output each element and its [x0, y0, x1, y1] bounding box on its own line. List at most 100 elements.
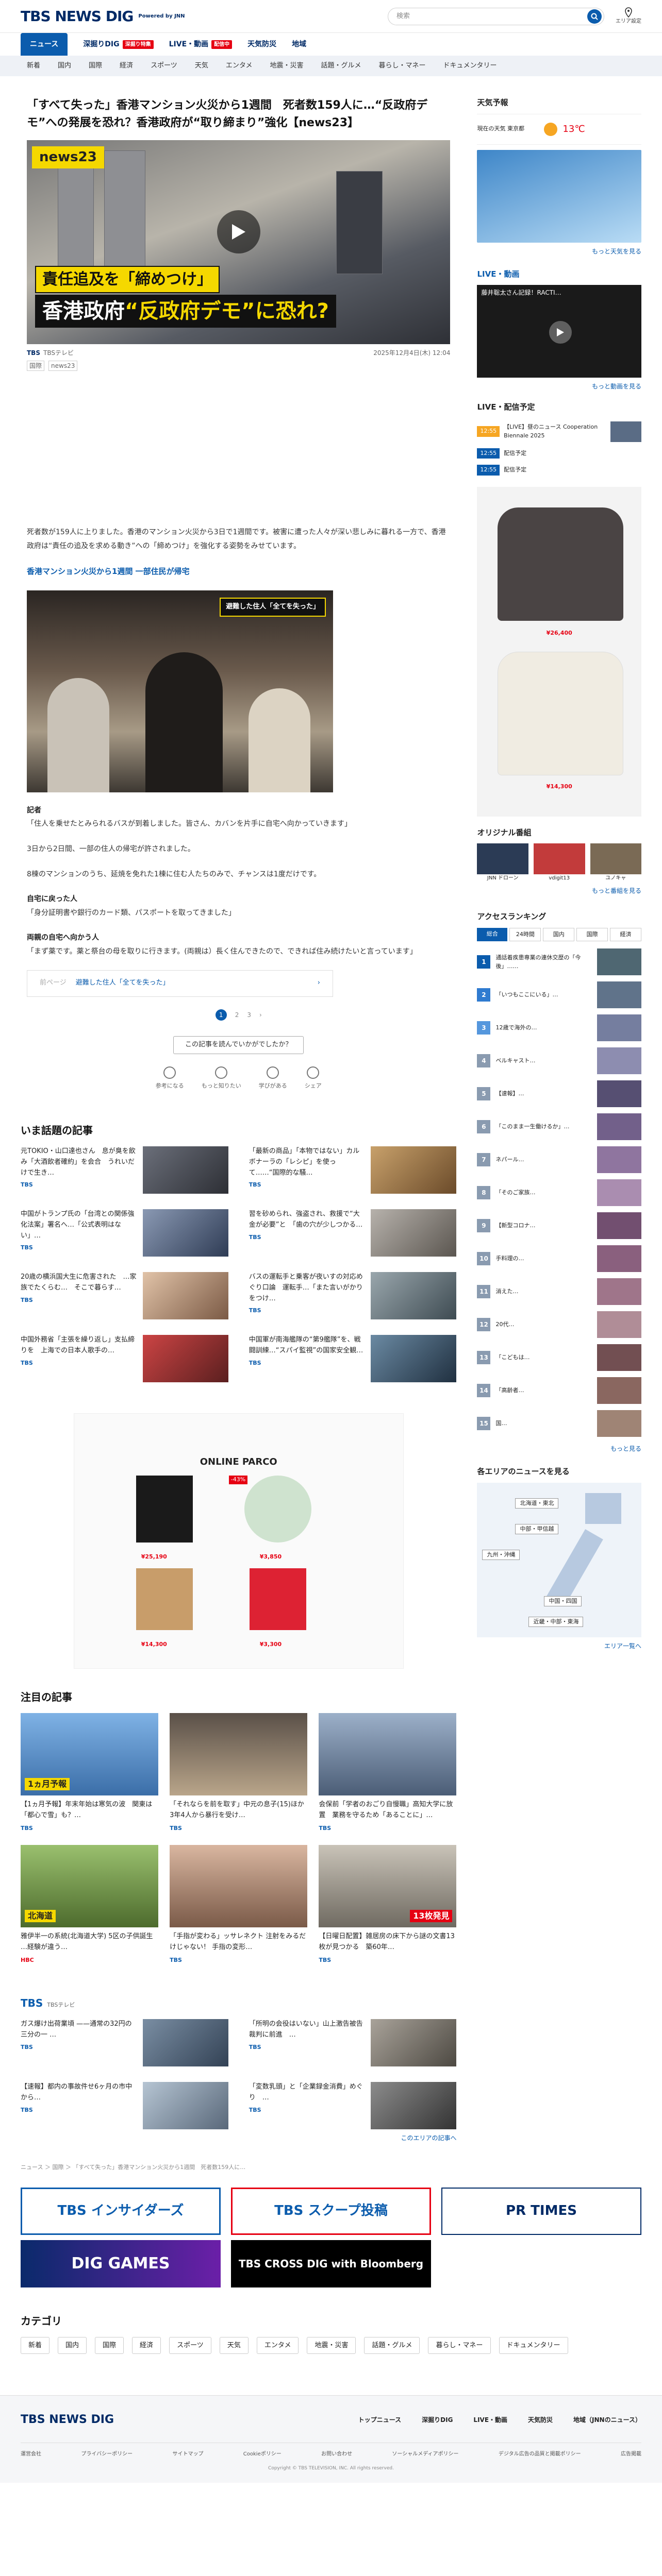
- category-button[interactable]: 国内: [58, 2336, 87, 2354]
- program-card[interactable]: vdigit13: [533, 843, 585, 882]
- page-number[interactable]: 3: [247, 1009, 251, 1021]
- area-setting-button[interactable]: エリア設定: [616, 7, 641, 25]
- ranking-item[interactable]: 8 「そのご家族…: [477, 1176, 641, 1209]
- reaction-learn-button[interactable]: 学びがある: [259, 1066, 287, 1092]
- ranking-item[interactable]: 7 ネパール…: [477, 1143, 641, 1176]
- subnav-item[interactable]: ドキュメンタリー: [443, 61, 497, 71]
- ranking-item[interactable]: 15 国…: [477, 1407, 641, 1440]
- article-card[interactable]: 「所明の会役はいない」山上激告被告 裁判に前進 … TBS: [249, 2019, 457, 2067]
- tag-chip[interactable]: 国際: [27, 361, 45, 371]
- subnav-item[interactable]: 国際: [89, 61, 102, 71]
- ranking-item[interactable]: 1 通話着疾患専業の連休交歴の「今後」……: [477, 945, 641, 978]
- footer-logo[interactable]: TBS NEWS DIG: [21, 2411, 114, 2428]
- share-button[interactable]: シェア: [305, 1066, 322, 1092]
- promo-scoop[interactable]: TBS スクープ投稿: [231, 2187, 431, 2235]
- subnav-item[interactable]: 暮らし・マネー: [378, 61, 425, 71]
- ranking-tab[interactable]: 24時間: [509, 927, 541, 941]
- article-card[interactable]: 習を砂められ、強盗され、救援で“大金が必要”と 「歯の穴が少しつかる… TBS: [249, 1209, 457, 1257]
- ranking-item[interactable]: 2 「いつもここにいる」…: [477, 978, 641, 1011]
- article-card[interactable]: バスの運転手と乗客が夜いすの対応めぐり口論 運転手…「また言いがかりをつけ… TB…: [249, 1272, 457, 1319]
- article-card[interactable]: 中国外務省「主張を繰り返し」支払締りを 上海での日本人歌手の… TBS: [21, 1335, 228, 1382]
- featured-card[interactable]: 会保前「学者のおごり自慢職」高知大学に放置 業務を守るため「あることに」… TBS: [319, 1713, 457, 1833]
- footer-nav-item[interactable]: 地域（JNNのニュース）: [573, 2415, 641, 2425]
- schedule-item[interactable]: 12:55 配信予定: [477, 462, 641, 479]
- promo-dig-games[interactable]: DIG GAMES: [21, 2240, 221, 2287]
- reaction-more-button[interactable]: もっと知りたい: [202, 1066, 241, 1092]
- subnav-item[interactable]: 経済: [120, 61, 133, 71]
- ranking-tab[interactable]: 総合: [477, 927, 508, 941]
- live-more-link[interactable]: もっと動画を見る: [477, 382, 641, 391]
- footer-link[interactable]: ソーシャルメディアポリシー: [392, 2450, 458, 2458]
- breadcrumb[interactable]: ニュース ＞ 国際 ＞ 「すべて失った」香港マンション火災から1週間 死者数15…: [21, 2163, 641, 2172]
- featured-card[interactable]: 13枚発見 【日曜日配置】雑居房の床下から謎の文書13枚が見つかる 築60年… TB…: [319, 1845, 457, 1964]
- footer-link[interactable]: 運営会社: [21, 2450, 41, 2458]
- footer-link[interactable]: 広告掲載: [621, 2450, 641, 2458]
- area-map[interactable]: 北海道・東北 中部・甲信越 九州・沖縄 中国・四国 近畿・中部・東海: [477, 1482, 641, 1637]
- area-button[interactable]: 中部・甲信越: [515, 1523, 559, 1534]
- category-button[interactable]: 国際: [95, 2336, 124, 2354]
- search-icon[interactable]: [587, 9, 602, 24]
- programs-more-link[interactable]: もっと番組を見る: [477, 886, 641, 895]
- ranking-item[interactable]: 9 【新型コロナ…: [477, 1209, 641, 1242]
- sidebar-advertisement[interactable]: ¥26,400 ¥14,300: [477, 486, 641, 817]
- featured-card[interactable]: 1ヵ月予報 【1ヵ月予報】年末年始は寒気の波 関東は「都心で雪」も？… TBS: [21, 1713, 159, 1833]
- promo-cross-dig[interactable]: TBS CROSS DIG with Bloomberg: [231, 2240, 431, 2287]
- article-card[interactable]: 「最新の商品」「本物ではない」カルボナーラの「レシピ」を使って……“国際的な騒……: [249, 1146, 457, 1194]
- category-button[interactable]: 経済: [132, 2336, 161, 2354]
- gnav-dig[interactable]: 深掘りDIG 深掘り特集: [83, 33, 154, 56]
- ranking-item[interactable]: 11 消えた…: [477, 1275, 641, 1308]
- article-card[interactable]: 中国がトランプ氏の「台湾との関係強化法案」署名へ…「公式表明はない」… TBS: [21, 1209, 228, 1257]
- area-button[interactable]: 近畿・中部・東海: [528, 1616, 584, 1627]
- category-button[interactable]: スポーツ: [169, 2336, 211, 2354]
- area-button[interactable]: 北海道・東北: [515, 1498, 559, 1509]
- footer-link[interactable]: プライバシーポリシー: [81, 2450, 133, 2458]
- ranking-item[interactable]: 5 【速報】…: [477, 1077, 641, 1110]
- weather-more-link[interactable]: もっと天気を見る: [477, 247, 641, 256]
- search-input[interactable]: 検索: [388, 7, 604, 25]
- subnav-item[interactable]: スポーツ: [151, 61, 177, 71]
- promo-prtimes[interactable]: PR TIMES: [441, 2187, 641, 2235]
- program-card[interactable]: JNN ドローン: [477, 843, 528, 882]
- gnav-local[interactable]: 地域: [292, 33, 306, 56]
- ranking-tab[interactable]: 国内: [543, 927, 575, 941]
- subnav-item[interactable]: エンタメ: [226, 61, 253, 71]
- article-card[interactable]: 「変数乳頭」と「企業録金消費」めぐり … TBS: [249, 2082, 457, 2130]
- footer-nav-item[interactable]: LIVE・動画: [473, 2415, 507, 2425]
- page-number[interactable]: 2: [235, 1009, 239, 1021]
- article-video[interactable]: news23 責任追及を「締めつけ」 香港政府“反政府デモ”に恐れ?: [27, 140, 451, 345]
- category-button[interactable]: ドキュメンタリー: [499, 2336, 568, 2354]
- ranking-item[interactable]: 14 「高齢者…: [477, 1374, 641, 1407]
- category-button[interactable]: 話題・グルメ: [364, 2336, 420, 2354]
- gnav-weather[interactable]: 天気防災: [247, 33, 276, 56]
- featured-card[interactable]: 「それならを前を取す」中元の息子(15)ほか3年4人から暴行を受け… TBS: [170, 1713, 308, 1833]
- ranking-item[interactable]: 3 12歳で海外の…: [477, 1011, 641, 1044]
- tag-chip[interactable]: news23: [48, 361, 78, 371]
- program-card[interactable]: ユノキャ: [590, 843, 642, 882]
- page-number-current[interactable]: 1: [215, 1009, 227, 1021]
- ranking-item[interactable]: 6 「このまま一生働けるか」…: [477, 1110, 641, 1143]
- footer-nav-item[interactable]: 深掘りDIG: [422, 2415, 453, 2425]
- ranking-item[interactable]: 10 手料理の…: [477, 1242, 641, 1275]
- subnav-item[interactable]: 新着: [27, 61, 40, 71]
- footer-nav-item[interactable]: 天気防災: [528, 2415, 553, 2425]
- subnav-item[interactable]: 国内: [58, 61, 71, 71]
- footer-link[interactable]: お問い合わせ: [321, 2450, 352, 2458]
- next-page-link[interactable]: 避難した住人「全てを失った」: [76, 977, 308, 990]
- reaction-useful-button[interactable]: 参考になる: [156, 1066, 184, 1092]
- promo-insiders[interactable]: TBS インサイダーズ: [21, 2187, 221, 2235]
- weather-map[interactable]: [477, 149, 641, 243]
- featured-card[interactable]: 北海道 雅伊半一の系統(北海道大学) 5区の子供誕生 …経験が違う… HBC: [21, 1845, 159, 1964]
- category-button[interactable]: 暮らし・マネー: [428, 2336, 491, 2354]
- gnav-news[interactable]: ニュース: [21, 33, 68, 56]
- category-button[interactable]: 天気: [219, 2336, 249, 2354]
- subnav-item[interactable]: 話題・グルメ: [321, 61, 361, 71]
- schedule-item[interactable]: 12:55 【LIVE】昼のニュース Cooperation Biennale 2…: [477, 418, 641, 445]
- chevron-right-icon[interactable]: ›: [259, 1009, 262, 1021]
- subnav-item[interactable]: 天気: [195, 61, 208, 71]
- ranking-item[interactable]: 4 ベルキャスト…: [477, 1044, 641, 1077]
- article-card[interactable]: 元TOKIO・山口達也さん 息が臭を飲み「大酒飲者確約」を会合 うれいだけで生き…: [21, 1146, 228, 1194]
- ranking-more-link[interactable]: もっと見る: [477, 1444, 641, 1453]
- regional-more-link[interactable]: このエリアの記事へ: [21, 2133, 456, 2143]
- gnav-live[interactable]: LIVE・動画 配信中: [169, 33, 233, 56]
- area-button[interactable]: 九州・沖縄: [482, 1549, 520, 1560]
